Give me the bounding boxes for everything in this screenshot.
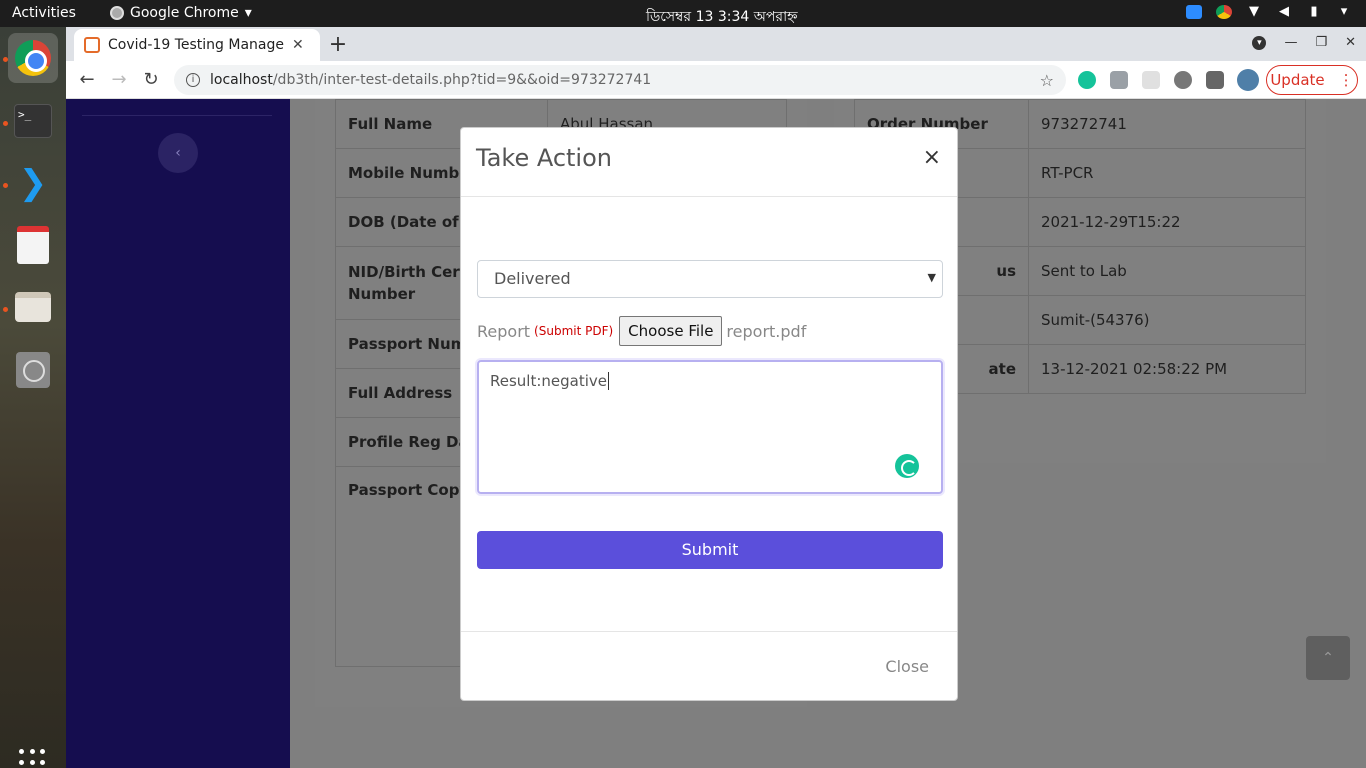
sidebar: ‹ (66, 99, 290, 768)
browser-toolbar: ← → ↻ i localhost/db3th/inter-test-detai… (66, 61, 1366, 99)
sidebar-divider (82, 115, 272, 116)
status-select[interactable]: Delivered ▼ (477, 260, 943, 298)
new-tab-button[interactable]: + (326, 32, 350, 57)
choose-file-button[interactable]: Choose File (619, 316, 723, 346)
site-info-icon[interactable]: i (186, 73, 200, 87)
extension-icon[interactable] (1110, 71, 1128, 89)
report-label: Report (477, 321, 531, 341)
back-icon[interactable]: ← (76, 69, 98, 90)
app-menu[interactable]: Google Chrome ▾ (110, 5, 252, 21)
activities-button[interactable]: Activities (12, 5, 76, 21)
battery-icon: ▮ (1310, 4, 1318, 19)
page-content: ‹ Full Name Abul Hassan Mobile Number DOB… (66, 99, 1366, 768)
vscode-icon: ❯ (18, 163, 48, 203)
close-button[interactable]: Close (885, 657, 929, 676)
document-viewer-icon (17, 226, 49, 264)
chevron-down-icon: ▾ (1340, 4, 1348, 19)
files-icon (15, 292, 51, 322)
terminal-icon: >_ (14, 104, 52, 138)
update-label: Update (1270, 71, 1325, 89)
system-top-bar: Activities Google Chrome ▾ ডিসেম্বর 13 3… (0, 0, 1366, 27)
minimize-icon[interactable]: — (1284, 35, 1297, 50)
remark-textarea[interactable]: Result:negative (477, 360, 943, 494)
sidebar-toggle-icon[interactable]: ‹ (158, 133, 198, 173)
disk-icon (16, 352, 50, 388)
dock-disk[interactable] (8, 345, 58, 395)
chevron-down-icon: ▾ (244, 5, 252, 21)
tab-title: Covid-19 Testing Manager (108, 37, 284, 53)
modal-header: Take Action × (461, 128, 957, 197)
wifi-icon: ▼ (1249, 4, 1259, 19)
extension-icon[interactable] (1142, 71, 1160, 89)
row-value: Sent to Lab (1028, 246, 1306, 296)
chrome-tray-icon (1216, 5, 1232, 19)
grammarly-icon[interactable] (895, 454, 919, 478)
dock-files[interactable] (8, 282, 58, 332)
maximize-icon[interactable]: ❐ (1315, 35, 1327, 50)
puzzle-icon[interactable] (1206, 71, 1224, 89)
tab-search-icon[interactable]: ▾ (1252, 35, 1267, 50)
grammarly-extension-icon[interactable] (1078, 71, 1096, 89)
modal-footer: Close (461, 631, 957, 701)
dock: >_ ❯ (0, 27, 66, 768)
row-value: 2021-12-29T15:22 (1028, 197, 1306, 247)
bookmark-star-icon[interactable]: ☆ (1040, 71, 1054, 90)
chrome-icon (15, 40, 51, 76)
submit-button[interactable]: Submit (477, 531, 943, 569)
favicon-icon (84, 37, 100, 53)
dock-chrome[interactable] (8, 33, 58, 83)
running-indicator (3, 121, 8, 126)
modal-close-icon[interactable]: × (923, 145, 941, 170)
app-menu-label: Google Chrome (130, 5, 239, 21)
show-applications-icon[interactable] (19, 749, 47, 768)
back-to-top-button[interactable]: ⌃ (1306, 636, 1350, 680)
dock-vscode[interactable]: ❯ (8, 158, 58, 208)
settings-extension-icon[interactable] (1174, 71, 1192, 89)
reload-icon[interactable]: ↻ (140, 69, 162, 90)
running-indicator (3, 57, 8, 62)
chevron-down-icon: ▼ (927, 271, 936, 284)
row-value: 973272741 (1028, 99, 1306, 149)
clock[interactable]: ডিসেম্বর 13 3:34 অপরাহ্ন (646, 5, 798, 29)
dock-terminal[interactable]: >_ (8, 96, 58, 146)
profile-avatar[interactable] (1237, 69, 1259, 91)
tab-strip: Covid-19 Testing Manager ✕ + ▾ — ❐ ✕ (66, 27, 1366, 61)
modal-title: Take Action (476, 144, 612, 172)
url-host: localhost (210, 72, 273, 88)
remark-text: Result:negative (490, 372, 608, 390)
take-action-modal: Take Action × Delivered ▼ Report (Submit… (460, 127, 958, 701)
row-value: 13-12-2021 02:58:22 PM (1028, 344, 1306, 394)
address-bar[interactable]: i localhost/db3th/inter-test-details.php… (174, 65, 1066, 95)
row-value: Sumit-(54376) (1028, 295, 1306, 345)
update-button[interactable]: Update ⋮ (1266, 65, 1358, 95)
report-upload-row: Report (Submit PDF) Choose File report.p… (477, 316, 806, 346)
close-window-icon[interactable]: ✕ (1345, 35, 1356, 50)
window-controls: ▾ — ❐ ✕ (1252, 35, 1356, 50)
status-selected-value: Delivered (494, 269, 571, 288)
dock-document-viewer[interactable] (8, 220, 58, 270)
volume-icon: ◀ (1279, 4, 1289, 19)
text-cursor (608, 372, 610, 390)
selected-file-name: report.pdf (726, 321, 807, 341)
tab-close-icon[interactable]: ✕ (292, 37, 304, 53)
more-menu-icon[interactable]: ⋮ (1339, 71, 1354, 89)
chrome-mini-icon (110, 6, 124, 20)
browser-window: Covid-19 Testing Manager ✕ + ▾ — ❐ ✕ ← →… (66, 27, 1366, 768)
row-value: RT-PCR (1028, 148, 1306, 198)
system-tray[interactable]: ▼ ◀ ▮ ▾ (1186, 5, 1352, 19)
running-indicator (3, 183, 8, 188)
forward-icon[interactable]: → (108, 69, 130, 90)
report-hint: (Submit PDF) (534, 324, 614, 338)
browser-tab[interactable]: Covid-19 Testing Manager ✕ (74, 29, 320, 61)
url-path: /db3th/inter-test-details.php?tid=9&&oid… (272, 72, 652, 88)
running-indicator (3, 307, 8, 312)
zoom-icon (1186, 5, 1202, 19)
